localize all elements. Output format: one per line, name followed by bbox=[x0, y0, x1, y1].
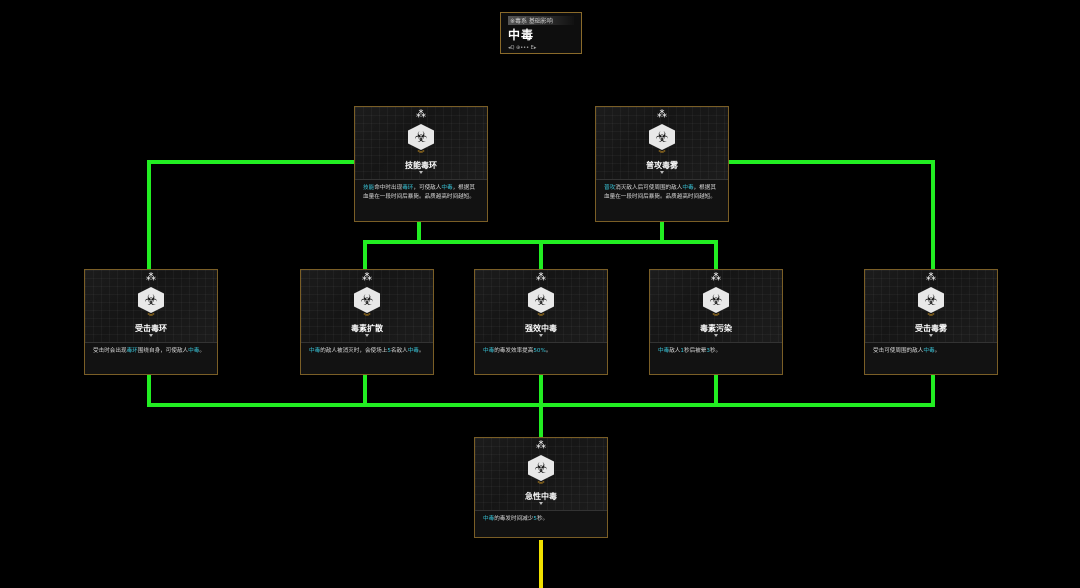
biohazard-mask-icon: ☣ bbox=[354, 287, 380, 313]
tier-icon: ⁂ bbox=[657, 109, 667, 120]
description-text: 。 bbox=[545, 348, 552, 354]
skill-name: 急性中毒 bbox=[525, 492, 557, 501]
skill-name: 受击毒雾 bbox=[915, 324, 947, 333]
chevron-down-icon: ︾ bbox=[537, 481, 545, 489]
biohazard-mask-icon: ☣ bbox=[528, 455, 554, 481]
divider-marker bbox=[149, 334, 153, 337]
skill-name: 强效中毒 bbox=[525, 324, 557, 333]
divider-marker bbox=[929, 334, 933, 337]
divider-marker bbox=[660, 171, 664, 174]
connector-line bbox=[147, 160, 356, 272]
tier-icon: ⁂ bbox=[926, 272, 936, 283]
chevron-down-icon: ︾ bbox=[417, 150, 425, 158]
skill-name: 受击毒环 bbox=[135, 324, 167, 333]
skill-name: 毒素扩散 bbox=[351, 324, 383, 333]
skill-description: 技能命中时出现毒环，可使敌人中毒，根据其血量在一段时间后暴毙。品质越高时间越短。 bbox=[355, 179, 487, 221]
category-label: ※毒系 基础影响 bbox=[508, 16, 574, 25]
skill-description: 中毒的敌人被消灭时，会使场上5名敌人中毒。 bbox=[301, 342, 433, 374]
highlight-keyword: 中毒 bbox=[682, 185, 694, 191]
biohazard-skull-icon: ☣ bbox=[408, 124, 434, 150]
description-text: 秒。 bbox=[536, 516, 549, 522]
chevron-down-icon: ︾ bbox=[658, 150, 666, 158]
description-text: 受击可使周围的敌人 bbox=[873, 348, 924, 354]
skill-name: 技能毒环 bbox=[405, 161, 437, 170]
chevron-down-icon: ︾ bbox=[927, 313, 935, 321]
category-header: ※毒系 基础影响 中毒 ◂Q ⊕••• E▸ bbox=[500, 12, 582, 54]
highlight-keyword: 中毒 bbox=[441, 185, 453, 191]
biohazard-mask-icon: ☣ bbox=[703, 287, 729, 313]
tier-icon: ⁂ bbox=[416, 109, 426, 120]
highlight-keyword: 毒环 bbox=[402, 185, 414, 191]
skill-description: 普攻消灭敌人后可使周围的敌人中毒，根据其血量在一段时间后暴毙。品质越高时间越短。 bbox=[596, 179, 728, 221]
highlight-keyword: 毒环 bbox=[126, 348, 138, 354]
highlight-keyword: 中毒 bbox=[309, 348, 321, 354]
skill-node-mid-5[interactable]: ⁂ ☣ ︾ 受击毒雾 受击可使周围的敌人中毒。 bbox=[864, 269, 998, 375]
skill-node-mid-4[interactable]: ⁂ ☣ ︾ 毒素污染 中毒敌人1秒后被晕3秒。 bbox=[649, 269, 783, 375]
highlight-keyword: 中毒 bbox=[658, 348, 670, 354]
biohazard-mask-icon: ☣ bbox=[528, 287, 554, 313]
skill-description: 中毒的毒发时间减少5秒。 bbox=[475, 510, 607, 537]
skill-name: 毒素污染 bbox=[700, 324, 732, 333]
description-text: 的毒发时间减少 bbox=[494, 516, 534, 522]
description-text: 命中时出现 bbox=[374, 185, 403, 191]
page-title: 中毒 bbox=[508, 28, 535, 42]
biohazard-mask-icon: ☣ bbox=[918, 287, 944, 313]
tier-icon: ⁂ bbox=[711, 272, 721, 283]
description-text: 消灭敌人后可使周围的敌人 bbox=[615, 185, 683, 191]
description-text: 的毒发效率提高 bbox=[494, 348, 534, 354]
description-text: 的敌人被消灭时，会使场上 bbox=[320, 348, 388, 354]
skill-node-mid-3[interactable]: ⁂ ☣ ︾ 强效中毒 中毒的毒发效率提高50%。 bbox=[474, 269, 608, 375]
tier-icon: ⁂ bbox=[536, 272, 546, 283]
tier-icon: ⁂ bbox=[362, 272, 372, 283]
skill-node-top-left[interactable]: ⁂ ☣ ︾ 技能毒环 技能命中时出现毒环，可使敌人中毒，根据其血量在一段时间后暴… bbox=[354, 106, 488, 222]
skill-description: 中毒敌人1秒后被晕3秒。 bbox=[650, 342, 782, 374]
description-text: 。 bbox=[934, 348, 941, 354]
biohazard-mask-icon: ☣ bbox=[649, 124, 675, 150]
divider-marker bbox=[419, 171, 423, 174]
tier-icon: ⁂ bbox=[146, 272, 156, 283]
highlight-keyword: 技能 bbox=[363, 185, 375, 191]
connector-line bbox=[725, 160, 935, 272]
description-text: 秒。 bbox=[709, 348, 722, 354]
skill-description: 受击可使周围的敌人中毒。 bbox=[865, 342, 997, 374]
skill-description: 中毒的毒发效率提高50%。 bbox=[475, 342, 607, 374]
chevron-down-icon: ︾ bbox=[147, 313, 155, 321]
skill-name: 普攻毒雾 bbox=[646, 161, 678, 170]
highlight-keyword: 中毒 bbox=[407, 348, 419, 354]
description-text: 。 bbox=[418, 348, 425, 354]
chevron-down-icon: ︾ bbox=[712, 313, 720, 321]
skill-description: 受击时会出现毒环围绕自身，可使敌人中毒。 bbox=[85, 342, 217, 374]
divider-marker bbox=[539, 502, 543, 505]
skill-node-bottom[interactable]: ⁂ ☣ ︾ 急性中毒 中毒的毒发时间减少5秒。 bbox=[474, 437, 608, 538]
highlight-keyword: 中毒 bbox=[483, 516, 495, 522]
description-text: 敌人 bbox=[669, 348, 681, 354]
description-text: 名敌人 bbox=[390, 348, 408, 354]
skill-node-mid-1[interactable]: ⁂ ☣ ︾ 受击毒环 受击时会出现毒环围绕自身，可使敌人中毒。 bbox=[84, 269, 218, 375]
divider-marker bbox=[714, 334, 718, 337]
skill-node-mid-2[interactable]: ⁂ ☣ ︾ 毒素扩散 中毒的敌人被消灭时，会使场上5名敌人中毒。 bbox=[300, 269, 434, 375]
category-switch-controls[interactable]: ◂Q ⊕••• E▸ bbox=[508, 45, 574, 51]
description-text: 秒后被晕 bbox=[683, 348, 707, 354]
chevron-down-icon: ︾ bbox=[363, 313, 371, 321]
divider-marker bbox=[539, 334, 543, 337]
biohazard-skull-icon: ☣ bbox=[138, 287, 164, 313]
description-text: ，可使敌人 bbox=[413, 185, 442, 191]
description-text: 受击时会出现 bbox=[93, 348, 127, 354]
skill-node-top-right[interactable]: ⁂ ☣ ︾ 普攻毒雾 普攻消灭敌人后可使周围的敌人中毒，根据其血量在一段时间后暴… bbox=[595, 106, 729, 222]
highlight-keyword: 中毒 bbox=[483, 348, 495, 354]
description-text: 。 bbox=[199, 348, 205, 354]
description-text: 围绕自身，可使敌人 bbox=[137, 348, 189, 354]
highlight-keyword: 普攻 bbox=[604, 185, 616, 191]
chevron-down-icon: ︾ bbox=[537, 313, 545, 321]
highlight-keyword: 50% bbox=[533, 348, 546, 354]
tier-icon: ⁂ bbox=[536, 440, 546, 451]
highlight-keyword: 中毒 bbox=[923, 348, 935, 354]
divider-marker bbox=[365, 334, 369, 337]
highlight-keyword: 中毒 bbox=[188, 348, 200, 354]
